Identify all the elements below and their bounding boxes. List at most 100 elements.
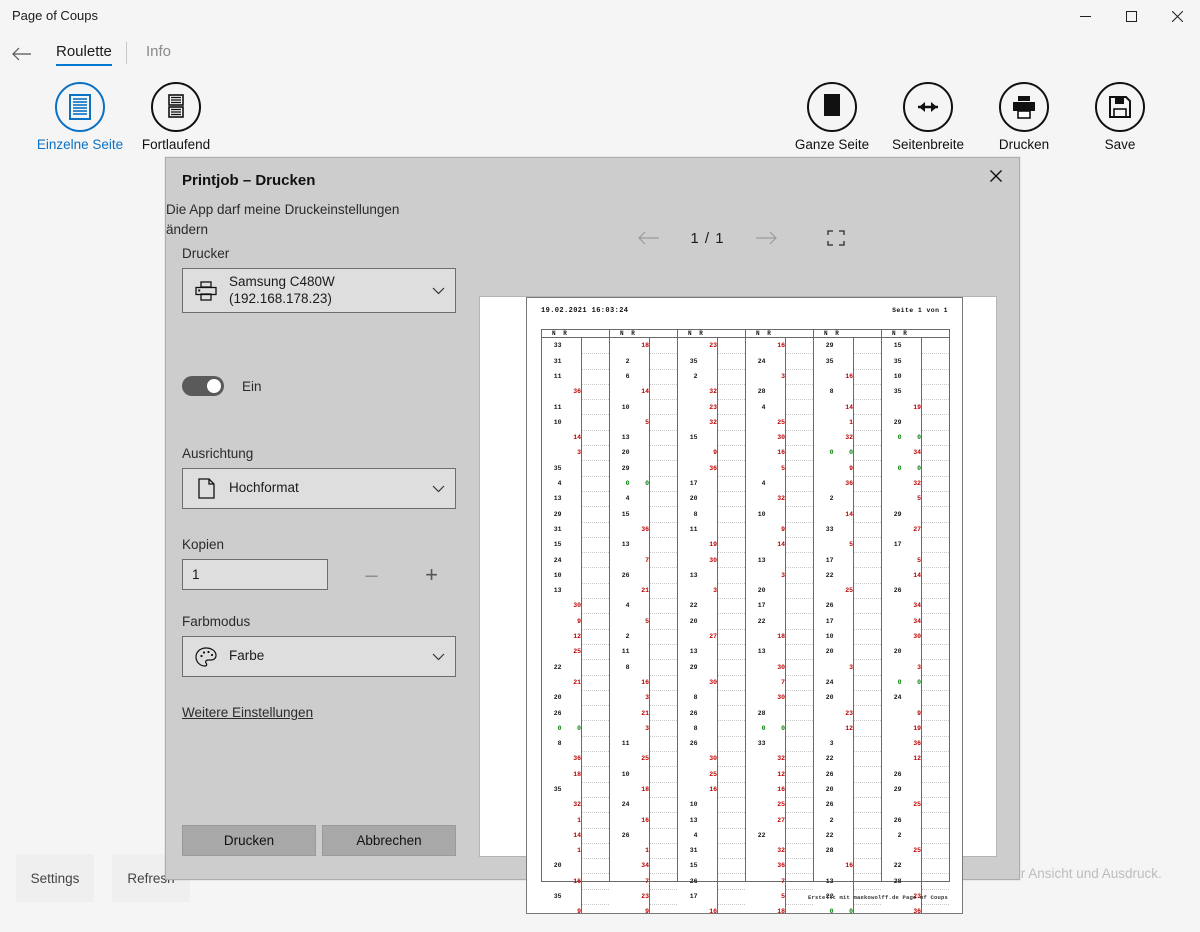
ribbon-button-drucken[interactable]: Drucken <box>969 82 1079 152</box>
number-row: 14 <box>573 831 581 839</box>
tally-row <box>854 370 881 385</box>
tally-row <box>718 385 745 401</box>
tally-row <box>718 553 745 569</box>
number-row: 11 <box>553 372 562 380</box>
copies-decrement-button[interactable]: – <box>356 559 387 590</box>
back-arrow-icon[interactable] <box>8 42 36 66</box>
number-row: 22 <box>893 862 902 870</box>
ribbon-button-ganze-seite[interactable]: Ganze Seite <box>777 82 887 152</box>
number-row: 00 <box>897 434 921 442</box>
number-row: 10 <box>689 801 698 809</box>
number-row: 3 <box>781 571 785 579</box>
number-row: 5 <box>645 418 649 426</box>
tab-info[interactable]: Info <box>140 41 177 66</box>
tally-row <box>582 477 609 492</box>
number-row: 24 <box>553 556 562 564</box>
ribbon-button-einzelne-seite[interactable]: Einzelne Seite <box>25 82 135 152</box>
app-settings-toggle-row[interactable]: Ein <box>182 376 262 396</box>
minimize-button[interactable] <box>1062 0 1108 32</box>
more-settings-link[interactable]: Weitere Einstellungen <box>182 705 313 720</box>
number-row: 36 <box>573 388 581 396</box>
tally-row <box>718 614 745 630</box>
arrow-left-icon[interactable] <box>636 225 662 251</box>
preview-frame[interactable]: 19.02.2021 16:03:24 Seite 1 von 1 N R 33 3… <box>479 296 997 914</box>
tally-row <box>922 507 949 523</box>
tally-row <box>922 645 949 661</box>
number-row: 16 <box>777 786 785 793</box>
number-row: 36 <box>709 464 717 472</box>
tally-row <box>854 905 881 913</box>
number-row: 32 <box>777 755 785 763</box>
number-row: 25 <box>573 648 581 656</box>
print-button[interactable]: Drucken <box>182 825 316 856</box>
number-row: 8 <box>693 724 698 732</box>
tally-row <box>922 568 949 584</box>
tab-roulette[interactable]: Roulette <box>50 41 118 66</box>
number-row: 3 <box>781 372 785 380</box>
tally-rows <box>650 338 677 913</box>
tally-row <box>650 507 677 523</box>
tally-row <box>922 354 949 370</box>
number-row: 3 <box>849 663 853 671</box>
number-row: 14 <box>573 434 581 442</box>
arrow-right-icon[interactable] <box>753 225 779 251</box>
number-row: 26 <box>893 770 902 778</box>
printer-select[interactable]: Samsung C480W (192.168.178.23) <box>182 268 456 313</box>
tally-row <box>854 737 881 753</box>
number-row: 16 <box>709 908 717 914</box>
number-row: 32 <box>709 388 717 396</box>
tally-row <box>718 829 745 844</box>
tally-row <box>854 599 881 615</box>
tally-row <box>786 400 813 416</box>
tally-row <box>582 492 609 508</box>
number-row: 30 <box>709 556 717 564</box>
printer-value: Samsung C480W (192.168.178.23) <box>229 274 421 308</box>
number-row: 4 <box>693 831 698 839</box>
number-row: 00 <box>897 464 921 472</box>
tally-row <box>854 446 881 462</box>
tally-row <box>650 630 677 645</box>
cancel-button[interactable]: Abbrechen <box>322 825 456 856</box>
number-row: 13 <box>553 587 562 595</box>
close-icon[interactable] <box>981 163 1011 189</box>
tally-row <box>650 492 677 508</box>
tally-row <box>854 339 881 355</box>
number-row: 15 <box>689 434 698 442</box>
fit-to-screen-icon[interactable] <box>823 225 849 251</box>
color-mode-value: Farbe <box>229 648 265 664</box>
tally-row <box>582 431 609 447</box>
ribbon-button-save[interactable]: Save <box>1065 82 1175 152</box>
ribbon-button-seitenbreite[interactable]: Seitenbreite <box>873 82 983 152</box>
tally-row <box>854 431 881 447</box>
number-row: 22 <box>825 755 834 763</box>
number-row: 4 <box>761 403 766 411</box>
tally-row <box>854 874 881 890</box>
tally-row <box>786 568 813 584</box>
maximize-button[interactable] <box>1108 0 1154 32</box>
orientation-select[interactable]: Hochformat <box>182 468 456 509</box>
tally-row <box>854 859 881 875</box>
tally-row <box>650 798 677 814</box>
number-row: 13 <box>621 541 630 549</box>
tally-row <box>854 630 881 645</box>
number-row: 22 <box>553 663 562 671</box>
number-row: 20 <box>825 648 834 656</box>
number-row: 15 <box>553 541 562 549</box>
copies-increment-button[interactable]: + <box>416 559 447 590</box>
copies-input[interactable]: 1 <box>182 559 328 590</box>
tally-row <box>582 507 609 523</box>
number-row: 1 <box>645 847 649 855</box>
settings-button[interactable]: Settings <box>16 854 94 902</box>
number-row: 21 <box>641 587 649 595</box>
number-row: 00 <box>897 678 921 686</box>
color-mode-select[interactable]: Farbe <box>182 636 456 677</box>
number-row: 25 <box>913 801 921 809</box>
tally-row <box>922 599 949 615</box>
app-settings-toggle[interactable] <box>182 376 224 396</box>
tally-row <box>582 400 609 416</box>
close-button[interactable] <box>1154 0 1200 32</box>
ribbon-button-fortlaufend[interactable]: Fortlaufend <box>121 82 231 152</box>
tally-row <box>718 599 745 615</box>
number-row: 18 <box>777 908 785 914</box>
number-row: 18 <box>573 770 581 778</box>
